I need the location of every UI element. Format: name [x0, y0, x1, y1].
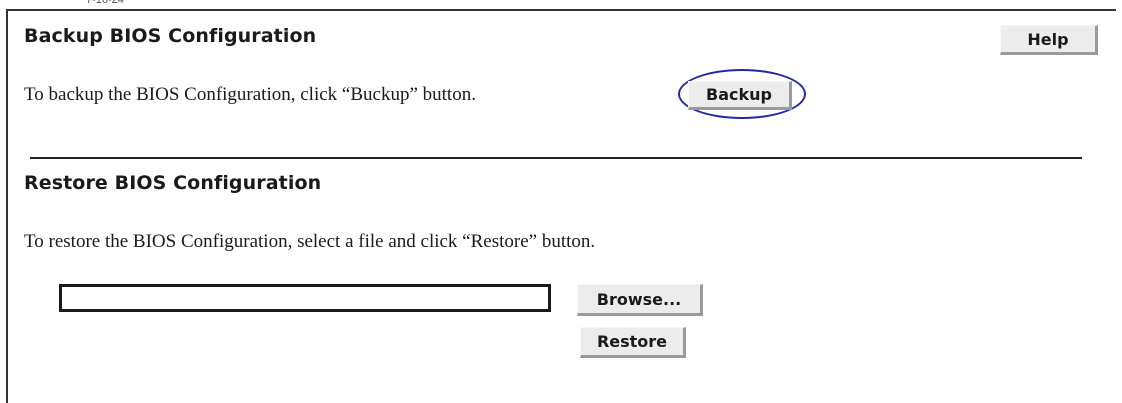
restore-instruction: To restore the BIOS Configuration, selec… — [24, 231, 596, 252]
page-frame — [6, 9, 1116, 403]
restore-button[interactable]: Restore — [580, 327, 686, 358]
help-button[interactable]: Help — [1000, 25, 1098, 55]
backup-heading: Backup BIOS Configuration — [24, 25, 317, 47]
section-divider — [30, 157, 1082, 159]
backup-instruction: To backup the BIOS Configuration, click … — [24, 84, 476, 105]
file-path-input[interactable] — [59, 284, 551, 312]
browse-button[interactable]: Browse... — [577, 284, 703, 316]
backup-button[interactable]: Backup — [688, 81, 792, 110]
page-number: 7-16-24 — [84, 0, 126, 4]
restore-heading: Restore BIOS Configuration — [24, 172, 322, 194]
